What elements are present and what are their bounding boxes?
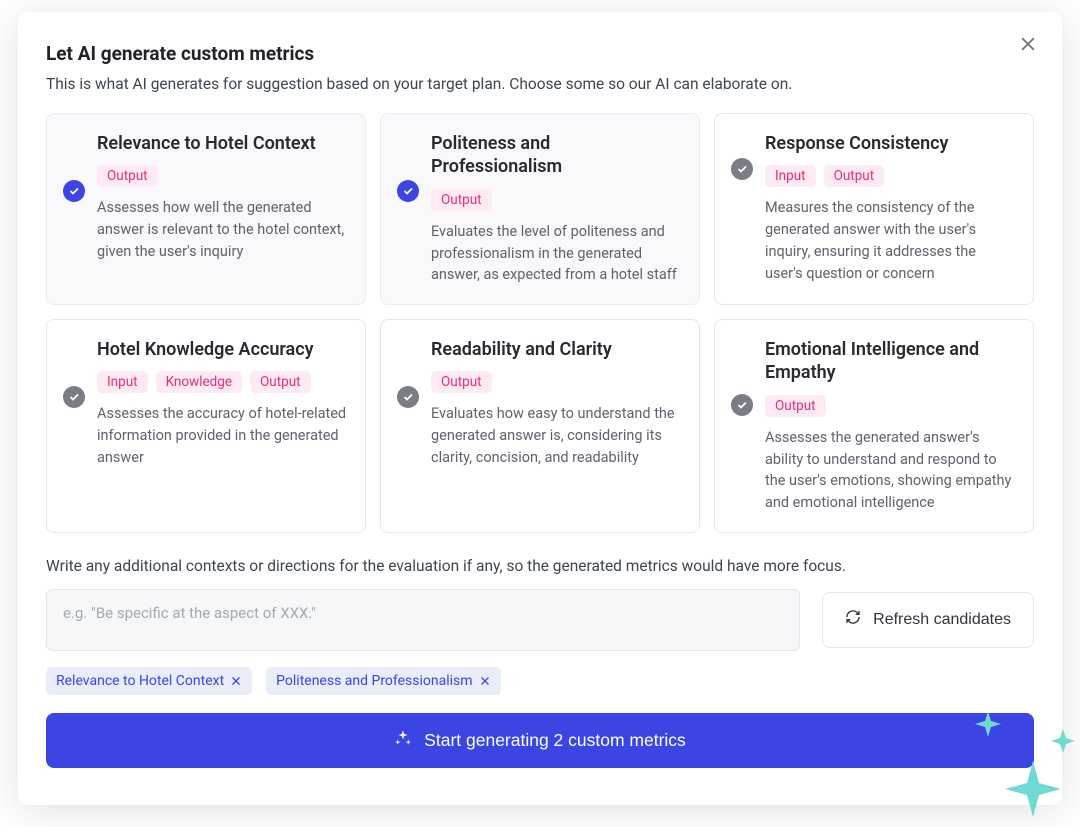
metric-card-description: Evaluates how easy to understand the gen… (431, 403, 681, 468)
tag: Output (250, 371, 311, 393)
tag: Output (824, 165, 885, 187)
metric-card-description: Assesses the generated answer's ability … (765, 427, 1015, 514)
check-circle-icon (397, 180, 419, 202)
metric-card-title: Hotel Knowledge Accuracy (97, 338, 347, 361)
tag: Input (97, 371, 148, 393)
tag: Knowledge (156, 371, 242, 393)
tag: Output (765, 395, 826, 417)
remove-chip-icon[interactable] (230, 675, 242, 687)
metric-card[interactable]: Response Consistency Input Output Measures … (714, 113, 1034, 305)
metric-card-title: Readability and Clarity (431, 338, 681, 361)
check-circle-icon (397, 386, 419, 408)
tag-row: Output (765, 395, 1015, 417)
check-circle-icon (63, 386, 85, 408)
selected-chip: Politeness and Professionalism (266, 667, 500, 695)
modal-title: Let AI generate custom metrics (46, 42, 1034, 65)
sparkle-icon (394, 729, 412, 752)
metric-card[interactable]: Readability and Clarity Output Evaluates h… (380, 319, 700, 533)
metric-card-description: Measures the consistency of the generate… (765, 197, 1015, 284)
tag-row: Output (431, 371, 681, 393)
metric-card[interactable]: Politeness and Professionalism Output Eval… (380, 113, 700, 305)
check-circle-icon (731, 394, 753, 416)
metric-card-title: Emotional Intelligence and Empathy (765, 338, 1015, 385)
refresh-label: Refresh candidates (873, 611, 1011, 629)
refresh-icon (845, 609, 861, 630)
metric-card-description: Assesses how well the generated answer i… (97, 197, 347, 262)
tag-row: Output (431, 189, 681, 211)
tag: Output (431, 371, 492, 393)
tag: Output (97, 165, 158, 187)
custom-metrics-modal: Let AI generate custom metrics This is w… (18, 12, 1062, 805)
metric-card-title: Relevance to Hotel Context (97, 132, 347, 155)
tag-row: Input Knowledge Output (97, 371, 347, 393)
tag-row: Input Output (765, 165, 1015, 187)
metric-card-description: Assesses the accuracy of hotel-related i… (97, 403, 347, 468)
start-button-label: Start generating 2 custom metrics (424, 730, 686, 751)
tag-row: Output (97, 165, 347, 187)
metric-card[interactable]: Emotional Intelligence and Empathy Output… (714, 319, 1034, 533)
check-circle-icon (731, 158, 753, 180)
start-generating-button[interactable]: Start generating 2 custom metrics (46, 713, 1034, 768)
metric-card[interactable]: Hotel Knowledge Accuracy Input Knowledge Ou… (46, 319, 366, 533)
metric-card-title: Politeness and Professionalism (431, 132, 681, 179)
metric-card-title: Response Consistency (765, 132, 1015, 155)
selected-chip: Relevance to Hotel Context (46, 667, 252, 695)
tag: Output (431, 189, 492, 211)
close-icon[interactable] (1018, 34, 1038, 54)
metric-card-description: Evaluates the level of politeness and pr… (431, 221, 681, 286)
check-circle-icon (63, 180, 85, 202)
remove-chip-icon[interactable] (479, 675, 491, 687)
chip-label: Politeness and Professionalism (276, 673, 472, 689)
modal-subtitle: This is what AI generates for suggestion… (46, 75, 1034, 93)
selected-chips-row: Relevance to Hotel Context Politeness and… (46, 667, 1034, 695)
tag: Input (765, 165, 816, 187)
context-input[interactable] (46, 589, 800, 651)
refresh-button[interactable]: Refresh candidates (822, 592, 1034, 648)
context-label: Write any additional contexts or directi… (46, 557, 1034, 575)
metric-card[interactable]: Relevance to Hotel Context Output Assesses… (46, 113, 366, 305)
metrics-grid: Relevance to Hotel Context Output Assesses… (46, 113, 1034, 533)
context-row: Refresh candidates (46, 589, 1034, 651)
chip-label: Relevance to Hotel Context (56, 673, 224, 689)
